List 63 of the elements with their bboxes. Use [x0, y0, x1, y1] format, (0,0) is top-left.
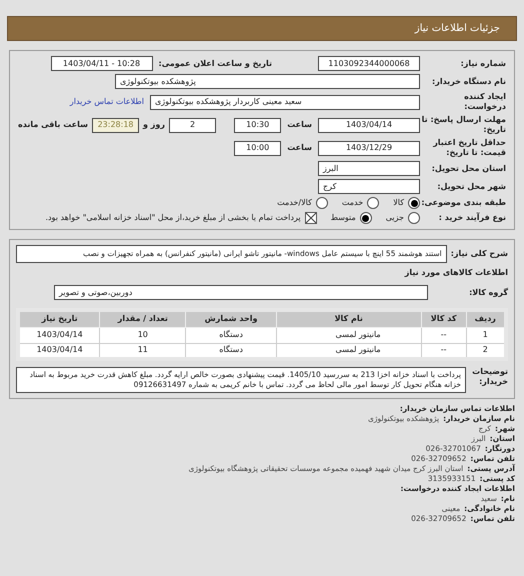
text-field[interactable]: کرج [318, 179, 420, 194]
text-field[interactable]: پژوهشکده بیوتکنولوژی [115, 74, 420, 89]
text-field[interactable]: 1403/12/29 [318, 140, 420, 156]
table-cell: 2 [466, 343, 506, 359]
column-header: ردیف [466, 310, 506, 327]
table-cell: دستگاه [186, 343, 276, 359]
field-label: شهر محل تحویل: [436, 182, 506, 192]
table-cell: مانیتور لمسی [276, 343, 422, 359]
table-cell: 11 [100, 343, 186, 359]
text-field[interactable]: دوربین،صوتی و تصویر [54, 285, 428, 300]
radio-button[interactable] [408, 197, 420, 209]
radio-label: جزیی [386, 212, 404, 224]
buyer-contact-link[interactable]: اطلاعات تماس خریدار [70, 96, 144, 108]
table-cell: دستگاه [186, 327, 276, 343]
radio-label: متوسط [330, 212, 356, 224]
text-field[interactable]: 1403/04/14 [318, 118, 420, 132]
radio-label: خدمت [342, 197, 364, 209]
checkbox-label: پرداخت تمام یا بخشی از مبلغ خرید،از محل "اسناد خزانه اسلامی" خواهد بود. [45, 212, 301, 224]
field-label: شماره نیاز: [460, 58, 506, 68]
column-header: واحد شمارش [186, 310, 276, 327]
radio-button[interactable] [367, 197, 380, 209]
field-label: شرح کلی نیاز: [450, 248, 508, 260]
field-label: ساعت [287, 142, 312, 154]
table-cell: 1403/04/14 [18, 343, 100, 359]
field-label: ایجاد کننده درخواست: [463, 92, 506, 112]
table-cell: 10 [100, 327, 186, 343]
field-label: حداقل تاریخ اعتبار قیمت: تا تاریخ: [432, 138, 506, 158]
field-label: نوع فرآیند خرید : [438, 213, 506, 223]
field-label: گروه کالا: [468, 286, 508, 298]
field-label: نام دستگاه خریدار: [431, 76, 506, 86]
countdown-field[interactable]: 23:28:18 [92, 118, 140, 132]
radio-label: کالا/خدمت [277, 197, 312, 209]
radio-button[interactable] [316, 197, 328, 209]
radio-button[interactable] [408, 212, 420, 224]
field-label: استان محل تحویل: [430, 164, 506, 174]
header-title: جزئیات اطلاعات نیاز [414, 22, 500, 36]
column-header: تعداد / مقدار [100, 310, 186, 327]
text-field[interactable]: 2 [168, 118, 216, 132]
column-header: نام کالا [276, 310, 422, 327]
field-label: ساعت [287, 119, 312, 131]
column-header: تاریخ نیاز [18, 310, 100, 327]
table-cell: -- [421, 343, 466, 359]
column-header: کد کالا [421, 310, 466, 327]
table-cell: مانیتور لمسی [276, 327, 422, 343]
text-field[interactable]: 1103092344000068 [318, 56, 420, 71]
text-field[interactable]: 10:30 [234, 118, 282, 132]
table-cell: -- [421, 327, 466, 343]
radio-label: کالا [393, 197, 404, 209]
field-label: ساعت باقی مانده [18, 119, 88, 131]
field-label: طبقه بندی موضوعی: [420, 198, 506, 208]
field-label: توضیحات خریدار: [471, 367, 508, 387]
radio-button[interactable] [360, 212, 372, 224]
field-label: مهلت ارسال پاسخ: تا تاریخ: [420, 115, 506, 135]
field-label: روز و [143, 119, 165, 131]
checkbox[interactable] [304, 212, 317, 224]
table-cell: 1403/04/14 [18, 327, 100, 343]
section-title: اطلاعات کالاهای مورد نیاز [404, 267, 508, 279]
text-field[interactable]: البرز [318, 161, 420, 176]
text-field[interactable]: 1403/04/11 - 10:28 [50, 56, 152, 71]
table-cell: 1 [466, 327, 506, 343]
text-field[interactable]: 10:00 [234, 140, 282, 156]
text-field[interactable]: سعید معینی کاربردار پژوهشکده بیوتکنولوژی [150, 94, 420, 110]
field-label: تاریخ و ساعت اعلان عمومی: [158, 58, 272, 70]
